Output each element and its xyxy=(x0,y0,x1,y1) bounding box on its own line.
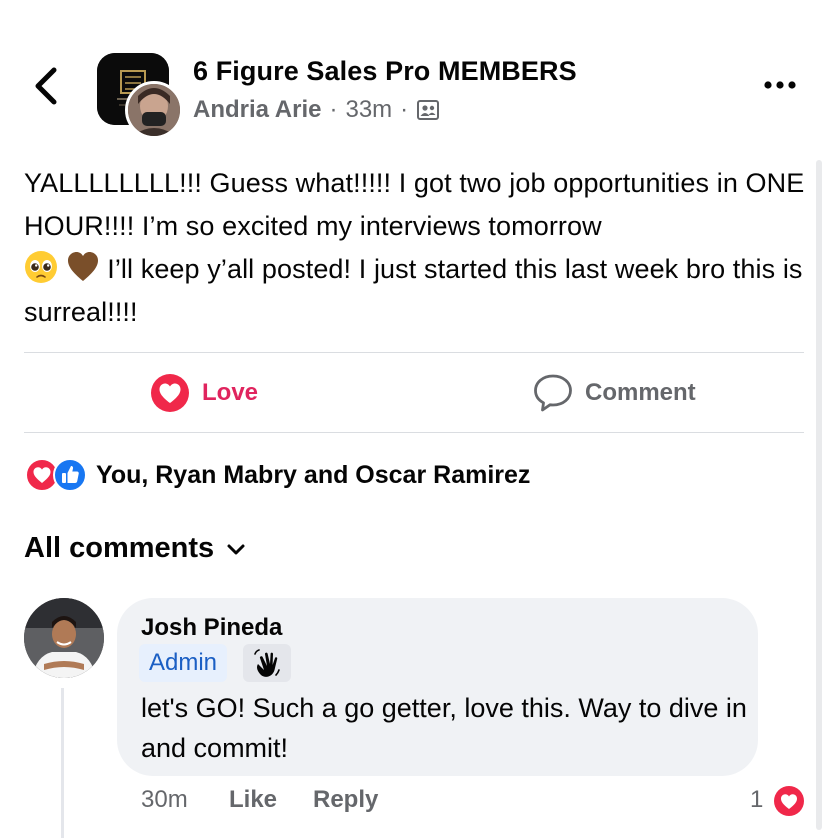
meta-separator: · xyxy=(400,96,409,123)
pleading-face-emoji-icon xyxy=(25,251,57,283)
reactions-summary[interactable]: You, Ryan Mabry and Oscar Ramirez xyxy=(24,458,530,492)
like-reaction-icon xyxy=(53,458,87,492)
comment-icon xyxy=(534,374,572,412)
commenter-avatar[interactable] xyxy=(24,598,104,678)
comment-text: let's GO! Such a go getter, love this. W… xyxy=(141,693,747,763)
comment-like-button[interactable]: Like xyxy=(229,786,277,814)
group-name[interactable]: 6 Figure Sales Pro MEMBERS xyxy=(193,56,577,87)
meta-separator: · xyxy=(329,96,338,123)
love-reaction-icon xyxy=(151,374,189,412)
comment-reply-button[interactable]: Reply xyxy=(313,786,378,814)
post-text-line1: YALLLLLLLL!!! Guess what!!!!! I got two … xyxy=(24,168,805,241)
wave-badge xyxy=(243,644,291,682)
chevron-left-icon xyxy=(35,67,57,105)
comment-love-reaction[interactable] xyxy=(772,784,806,818)
post-time[interactable]: 33m xyxy=(345,96,392,124)
reaction-icons xyxy=(24,458,90,492)
back-button[interactable] xyxy=(30,66,64,106)
reactions-text: You, Ryan Mabry and Oscar Ramirez xyxy=(96,460,531,489)
divider xyxy=(24,352,804,353)
more-options-button[interactable] xyxy=(760,70,800,100)
members-privacy-icon xyxy=(417,100,440,120)
chevron-down-icon xyxy=(227,544,245,554)
love-reaction-icon xyxy=(774,786,804,816)
comments-sort-label: All comments xyxy=(24,532,215,564)
post-text-line2: I’ll keep y’all posted! I just started t… xyxy=(24,254,803,327)
ellipsis-icon xyxy=(764,81,796,89)
commenter-photo xyxy=(24,598,104,678)
scrollbar[interactable] xyxy=(816,160,822,830)
waving-hand-icon xyxy=(254,649,280,677)
post-meta: Andria Arie · 33m · xyxy=(193,96,440,124)
commenter-name[interactable]: Josh Pineda xyxy=(141,614,282,642)
post-body: YALLLLLLLL!!! Guess what!!!!! I got two … xyxy=(24,162,814,334)
author-photo xyxy=(128,84,180,136)
author-name[interactable]: Andria Arie xyxy=(193,96,321,124)
divider xyxy=(24,432,804,433)
love-label: Love xyxy=(202,379,259,406)
thread-line xyxy=(61,688,64,838)
brown-heart-emoji-icon xyxy=(67,252,98,281)
comment-label: Comment xyxy=(585,379,696,406)
comment-time: 30m xyxy=(141,786,188,813)
author-avatar[interactable] xyxy=(125,81,183,139)
comment-reaction-count[interactable]: 1 xyxy=(750,786,763,814)
love-button[interactable]: Love xyxy=(150,370,258,416)
admin-badge: Admin xyxy=(139,644,228,682)
comments-sort-dropdown[interactable]: All comments xyxy=(24,532,246,565)
comment-button[interactable]: Comment xyxy=(533,370,696,416)
